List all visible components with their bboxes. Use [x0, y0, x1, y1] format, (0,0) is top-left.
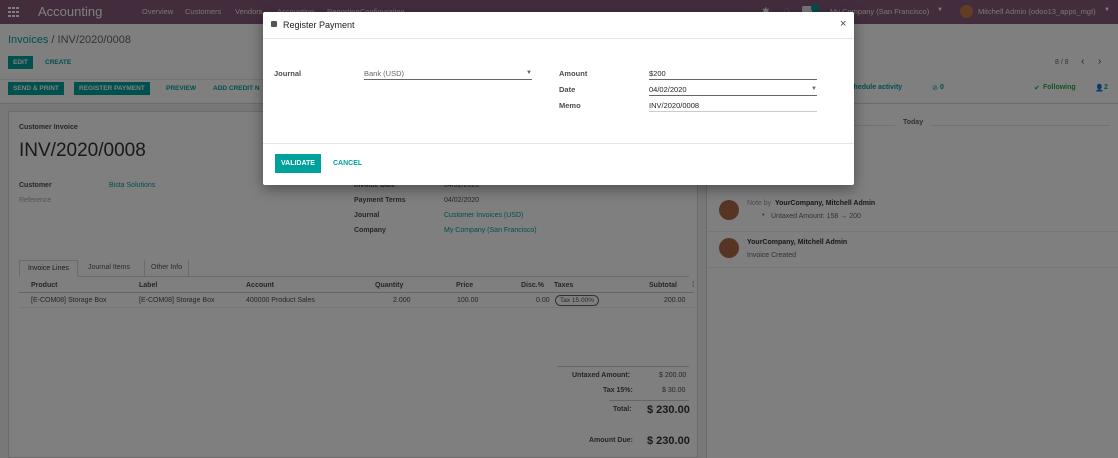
modal-header: Register Payment × [263, 12, 854, 39]
validate-button[interactable]: VALIDATE [275, 154, 321, 173]
date-input[interactable]: 04/02/2020 ▼ [649, 84, 817, 96]
lock-icon [271, 21, 277, 27]
memo-label: Memo [559, 101, 581, 110]
amount-input-value: $200 [649, 69, 666, 78]
chevron-down-icon[interactable]: ▼ [811, 84, 817, 95]
journal-label: Journal [274, 69, 302, 78]
cancel-button[interactable]: CANCEL [331, 154, 364, 173]
close-icon[interactable]: × [840, 18, 846, 30]
amount-label: Amount [559, 69, 588, 78]
modal-footer: VALIDATE CANCEL [263, 143, 854, 185]
register-payment-dialog: Register Payment × Journal Bank (USD) ▼ … [263, 12, 854, 185]
memo-input[interactable]: INV/2020/0008 [649, 100, 817, 112]
date-input-value: 04/02/2020 [649, 85, 687, 94]
memo-input-value: INV/2020/0008 [649, 101, 700, 110]
amount-input[interactable]: $200 [649, 68, 817, 80]
modal-title: Register Payment [283, 20, 355, 30]
date-label: Date [559, 85, 576, 94]
journal-select[interactable]: Bank (USD) ▼ [364, 68, 532, 80]
journal-select-value: Bank (USD) [364, 69, 405, 78]
chevron-down-icon[interactable]: ▼ [526, 68, 532, 79]
